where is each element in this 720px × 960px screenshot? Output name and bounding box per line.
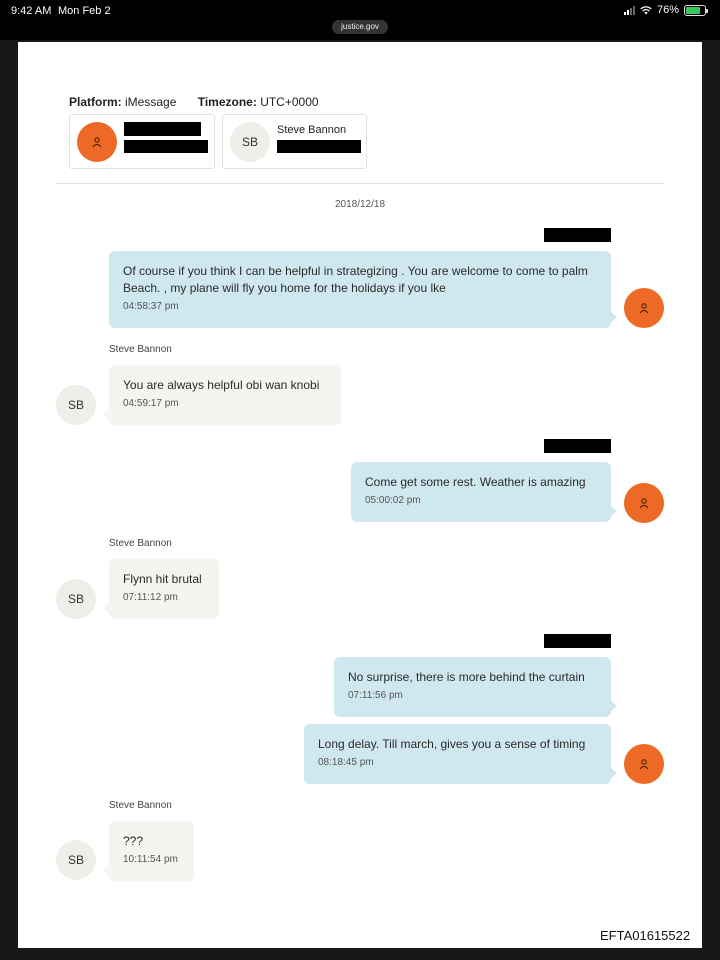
battery-percent: 76% (656, 4, 679, 16)
platform-label: Platform: (69, 95, 122, 109)
participant-card-owner (69, 114, 215, 169)
status-date: Mon Feb 2 (58, 5, 111, 17)
message-bubble: You are always helpful obi wan knobi 04:… (103, 365, 341, 425)
message-text: Come get some rest. Weather is amazing (365, 475, 586, 489)
message-time: 05:00:02 pm (365, 495, 421, 506)
address-bar[interactable]: justice.gov (332, 20, 388, 34)
document-page: Platform: iMessage Timezone: UTC+0000 SB… (18, 42, 702, 948)
message-time: 04:59:17 pm (123, 398, 179, 409)
avatar: SB (56, 840, 96, 880)
divider (56, 183, 664, 184)
message-bubble: Long delay. Till march, gives you a sens… (304, 724, 617, 784)
person-icon (639, 759, 649, 770)
avatar: SB (56, 385, 96, 425)
battery-icon (684, 4, 708, 16)
person-icon (639, 498, 649, 509)
avatar (77, 122, 117, 162)
wifi-icon (640, 5, 652, 14)
cellular-signal-icon (623, 5, 635, 15)
message-time: 07:11:56 pm (348, 690, 403, 701)
sender-name: Steve Bannon (109, 800, 172, 811)
message-time: 08:18:45 pm (318, 757, 374, 768)
message-text: Of course if you think I can be helpful … (123, 264, 588, 295)
battery-level (686, 6, 700, 14)
document-id: EFTA01615522 (600, 928, 691, 943)
redacted-sender-name (544, 439, 611, 453)
status-time: 9:42 AM (11, 5, 52, 17)
timezone-label: Timezone: (197, 95, 257, 109)
message-text: Long delay. Till march, gives you a sens… (318, 737, 586, 751)
conversation-date: 2018/12/18 (334, 199, 386, 210)
redacted-sender-name (544, 634, 611, 648)
person-icon (92, 137, 102, 148)
person-icon (639, 303, 649, 314)
avatar (624, 288, 664, 328)
redacted-sender-name (544, 228, 611, 242)
sender-name: Steve Bannon (109, 344, 172, 355)
message-bubble: Of course if you think I can be helpful … (109, 251, 617, 328)
message-text: Flynn hit brutal (123, 572, 202, 586)
message-text: You are always helpful obi wan knobi (123, 378, 320, 392)
conversation-meta: Platform: iMessage Timezone: UTC+0000 (69, 95, 319, 109)
screen: 9:42 AM Mon Feb 2 justice.gov 76% Platfo… (0, 0, 720, 960)
message-bubble: Flynn hit brutal 07:11:12 pm (103, 559, 219, 619)
participant-card-bannon: SB Steve Bannon (222, 114, 367, 169)
redaction-bar (124, 140, 208, 153)
message-bubble: ??? 10:11:54 pm (103, 821, 194, 881)
avatar: SB (56, 579, 96, 619)
message-time: 10:11:54 pm (123, 854, 178, 865)
message-time: 04:58:37 pm (123, 301, 179, 312)
timezone-value: UTC+0000 (260, 95, 319, 109)
message-text: ??? (123, 834, 144, 848)
redaction-bar (277, 140, 361, 153)
sender-name: Steve Bannon (109, 538, 172, 549)
message-bubble: Come get some rest. Weather is amazing 0… (351, 462, 617, 522)
redaction-bar (124, 122, 201, 136)
avatar (624, 744, 664, 784)
message-text: No surprise, there is more behind the cu… (348, 670, 585, 684)
avatar (624, 483, 664, 523)
message-time: 07:11:12 pm (123, 592, 178, 603)
message-bubble: No surprise, there is more behind the cu… (334, 657, 617, 717)
participant-name: Steve Bannon (277, 124, 347, 136)
status-bar: 9:42 AM Mon Feb 2 justice.gov 76% (0, 0, 720, 40)
status-indicators: 76% (623, 4, 708, 16)
platform-value: iMessage (125, 95, 177, 109)
avatar: SB (230, 122, 270, 162)
